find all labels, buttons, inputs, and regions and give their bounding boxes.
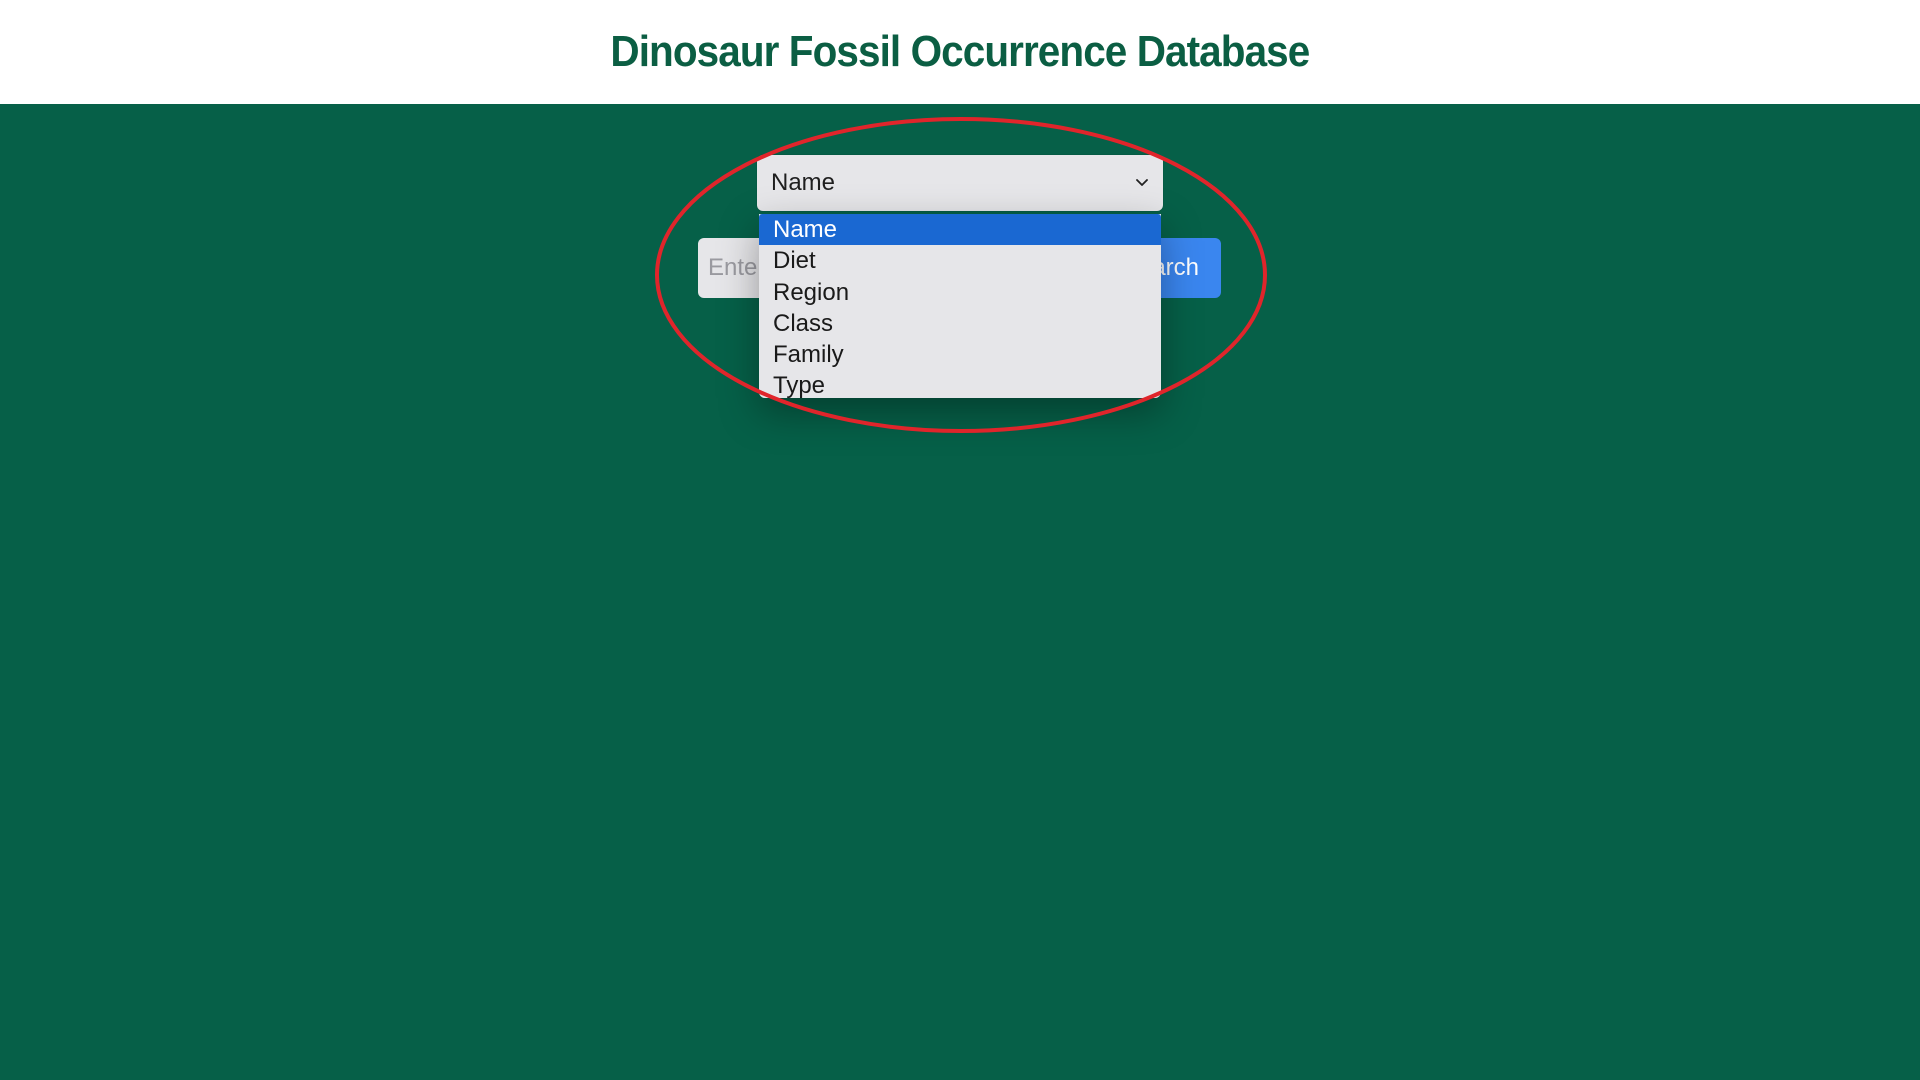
dropdown-option-diet[interactable]: Diet: [759, 245, 1161, 276]
chevron-down-icon: [1135, 176, 1149, 190]
header: Dinosaur Fossil Occurrence Database: [0, 0, 1920, 104]
dropdown-option-type[interactable]: Type: [759, 370, 1161, 398]
dropdown-option-name[interactable]: Name: [759, 214, 1161, 246]
dropdown-option-region[interactable]: Region: [759, 277, 1161, 308]
dropdown-option-class[interactable]: Class: [759, 308, 1161, 339]
page-title: Dinosaur Fossil Occurrence Database: [610, 27, 1311, 76]
dropdown-list: Name Diet Region Class Family Type: [759, 214, 1161, 398]
search-field-select[interactable]: Name: [757, 155, 1163, 211]
select-value: Name: [771, 169, 836, 196]
dropdown-option-family[interactable]: Family: [759, 339, 1161, 370]
